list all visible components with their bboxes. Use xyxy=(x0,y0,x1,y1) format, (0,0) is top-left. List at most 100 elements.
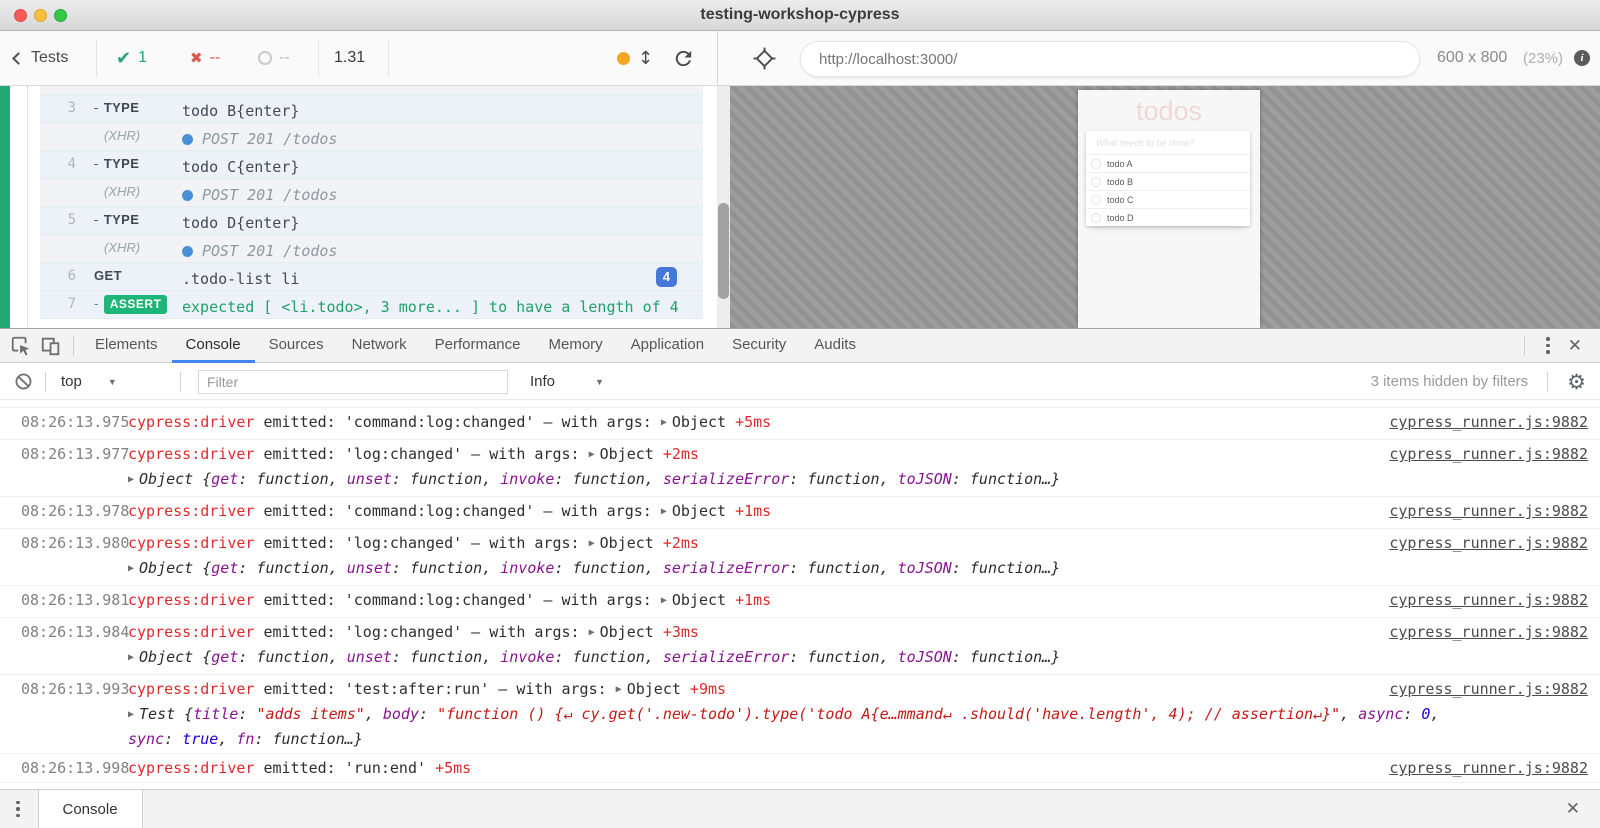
tab-security[interactable]: Security xyxy=(718,329,800,363)
console-text: invoke xyxy=(500,470,554,488)
todo-item[interactable]: todo C xyxy=(1086,190,1250,208)
expand-triangle-icon[interactable]: ▶ xyxy=(128,469,134,491)
console-filter-input[interactable] xyxy=(198,370,508,394)
restart-tests-button[interactable] xyxy=(672,31,695,85)
tab-console[interactable]: Console xyxy=(172,329,255,363)
todo-toggle-icon[interactable] xyxy=(1091,159,1101,169)
object-preview[interactable]: ▶Test {title: "adds items", body: "funct… xyxy=(128,703,1478,750)
console-text: unset xyxy=(347,470,392,488)
command-row[interactable]: 3-TYPEtodo B{enter} xyxy=(40,95,703,123)
viewport-info-button[interactable]: i xyxy=(1574,31,1590,85)
device-toolbar-button[interactable] xyxy=(36,332,66,360)
selector-playground-button[interactable] xyxy=(752,31,777,85)
todo-toggle-icon[interactable] xyxy=(1091,177,1101,187)
tab-network[interactable]: Network xyxy=(338,329,421,363)
inspect-element-button[interactable] xyxy=(6,332,36,360)
xhr-dot-icon xyxy=(182,190,193,201)
console-text: : xyxy=(1403,705,1421,723)
expand-triangle-icon[interactable]: ▶ xyxy=(661,590,667,612)
expand-triangle-icon[interactable]: ▶ xyxy=(128,647,134,669)
console-text: cypress:driver xyxy=(128,413,254,431)
command-row[interactable]: (XHR)POST 201 /todos xyxy=(40,179,703,207)
object-preview[interactable]: ▶Object {get: function, unset: function,… xyxy=(128,646,1478,671)
expand-triangle-icon[interactable]: ▶ xyxy=(661,501,667,523)
expand-triangle-icon[interactable]: ▶ xyxy=(661,412,667,434)
command-row[interactable]: 4-TYPEtodo C{enter} xyxy=(40,151,703,179)
window-zoom-button[interactable] xyxy=(54,9,67,22)
new-todo-input[interactable]: What needs to be done? xyxy=(1086,131,1250,154)
source-link[interactable]: cypress_runner.js:9882 xyxy=(1389,589,1588,611)
devtools-menu-button[interactable] xyxy=(1542,333,1554,358)
url-bar[interactable]: http://localhost:3000/ xyxy=(800,41,1420,77)
console-text: cypress:driver xyxy=(128,534,254,552)
todo-toggle-icon[interactable] xyxy=(1091,213,1101,223)
tab-memory[interactable]: Memory xyxy=(535,329,617,363)
todo-item[interactable]: todo A xyxy=(1086,154,1250,172)
console-timestamp: 08:26:13.977 xyxy=(0,443,128,493)
console-row[interactable]: 08:26:13.978cypress:driver emitted: 'com… xyxy=(0,497,1600,529)
console-text: Object { xyxy=(139,559,211,577)
object-preview[interactable]: ▶Object {get: function, unset: function,… xyxy=(128,468,1478,493)
console-row[interactable]: 08:26:13.980cypress:driver emitted: 'log… xyxy=(0,529,1600,586)
todo-item[interactable]: todo D xyxy=(1086,208,1250,226)
todo-toggle-icon[interactable] xyxy=(1091,195,1101,205)
tab-elements[interactable]: Elements xyxy=(81,329,172,363)
console-text: async xyxy=(1358,705,1403,723)
console-message: cypress:driver emitted: 'run:end' +5ms xyxy=(128,757,1600,779)
drawer-tab-console[interactable]: Console xyxy=(38,790,143,828)
back-to-tests-button[interactable]: Tests xyxy=(14,31,68,85)
console-text: emitted: 'command:log:changed' – with ar… xyxy=(254,591,660,609)
divider xyxy=(96,39,97,77)
back-to-tests-label: Tests xyxy=(31,49,68,67)
console-log: 08:26:13.975cypress:driver emitted: 'com… xyxy=(0,400,1600,789)
console-text: , xyxy=(1430,705,1439,723)
expand-triangle-icon[interactable]: ▶ xyxy=(128,704,134,726)
console-row[interactable]: 08:26:13.984cypress:driver emitted: 'log… xyxy=(0,618,1600,675)
drawer-close-button[interactable]: ✕ xyxy=(1562,797,1584,821)
window-close-button[interactable] xyxy=(14,9,27,22)
object-preview[interactable]: ▶Object {get: function, unset: function,… xyxy=(128,557,1478,582)
source-link[interactable]: cypress_runner.js:9882 xyxy=(1389,757,1588,779)
tab-audits[interactable]: Audits xyxy=(800,329,870,363)
window-minimize-button[interactable] xyxy=(34,9,47,22)
command-row[interactable]: 7-ASSERTexpected [ <li.todo>, 3 more... … xyxy=(40,291,703,319)
console-text: sync xyxy=(128,730,164,748)
log-level-selector[interactable]: Info ▼ xyxy=(530,373,604,390)
console-row[interactable]: 08:26:13.993cypress:driver emitted: 'tes… xyxy=(0,675,1600,754)
clear-console-button[interactable] xyxy=(8,368,38,396)
console-text: : function, xyxy=(392,559,500,577)
source-link[interactable]: cypress_runner.js:9882 xyxy=(1389,443,1588,465)
devtools-close-button[interactable]: ✕ xyxy=(1564,334,1586,358)
expand-triangle-icon[interactable]: ▶ xyxy=(589,533,595,555)
tab-performance[interactable]: Performance xyxy=(421,329,535,363)
expand-triangle-icon[interactable]: ▶ xyxy=(589,622,595,644)
todo-label: todo A xyxy=(1107,159,1133,169)
source-link[interactable]: cypress_runner.js:9882 xyxy=(1389,621,1588,643)
console-row[interactable]: 08:26:13.977cypress:driver emitted: 'log… xyxy=(0,440,1600,497)
console-row[interactable]: 08:26:13.975cypress:driver emitted: 'com… xyxy=(0,408,1600,440)
command-row[interactable]: 5-TYPEtodo D{enter} xyxy=(40,207,703,235)
source-link[interactable]: cypress_runner.js:9882 xyxy=(1389,532,1588,554)
expand-triangle-icon[interactable]: ▶ xyxy=(128,558,134,580)
console-row[interactable]: 08:26:13.981cypress:driver emitted: 'com… xyxy=(0,586,1600,618)
command-method: -TYPE xyxy=(94,100,176,115)
window-titlebar: testing-workshop-cypress xyxy=(0,0,1600,31)
command-row[interactable]: (XHR)POST 201 /todos xyxy=(40,235,703,263)
tab-sources[interactable]: Sources xyxy=(255,329,338,363)
expand-triangle-icon[interactable]: ▶ xyxy=(589,444,595,466)
source-link[interactable]: cypress_runner.js:9882 xyxy=(1389,411,1588,433)
command-row[interactable]: (XHR)POST 201 /todos xyxy=(40,123,703,151)
console-text: cypress:driver xyxy=(128,502,254,520)
source-link[interactable]: cypress_runner.js:9882 xyxy=(1389,678,1588,700)
source-link[interactable]: cypress_runner.js:9882 xyxy=(1389,500,1588,522)
command-row[interactable]: 6GET.todo-list li4 xyxy=(40,263,703,291)
yellow-dot-icon xyxy=(617,52,630,65)
reporter-scrollbar-thumb[interactable] xyxy=(718,203,729,299)
todo-item[interactable]: todo B xyxy=(1086,172,1250,190)
tab-application[interactable]: Application xyxy=(617,329,718,363)
drawer-menu-button[interactable] xyxy=(12,797,24,822)
console-row[interactable]: 08:26:13.998cypress:driver emitted: 'run… xyxy=(0,754,1600,783)
execution-context-selector[interactable]: top ▼ xyxy=(61,373,173,390)
expand-triangle-icon[interactable]: ▶ xyxy=(616,679,622,701)
console-settings-button[interactable]: ⚙ xyxy=(1567,370,1586,394)
